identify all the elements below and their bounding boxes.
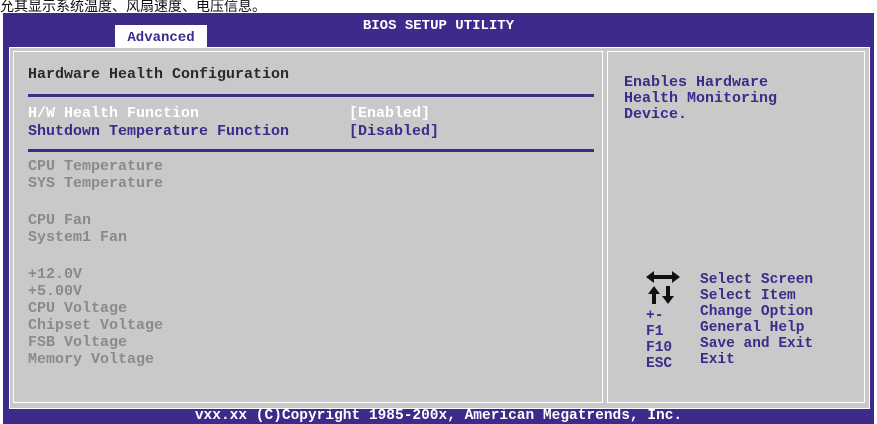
copyright-footer: vxx.xx (C)Copyright 1985-200x, American … — [194, 408, 683, 424]
system1-fan-label: System1 Fan — [28, 229, 128, 246]
bios-window: BIOS SETUP UTILITY Advanced Hardware Hea… — [3, 13, 874, 424]
sys-temp-label: SYS Temperature — [28, 175, 164, 192]
memory-voltage-label: Memory Voltage — [28, 351, 155, 368]
key-plus-minus: +- — [646, 308, 664, 324]
help-line: Enables Hardware — [624, 74, 769, 91]
option-shutdown-temp-value[interactable]: [Disabled] — [349, 123, 439, 140]
key-f1: F1 — [646, 324, 664, 340]
voltage-5v-label: +5.00V — [28, 283, 83, 300]
arrows-lr-icon — [646, 271, 680, 283]
key-f10: F10 — [646, 340, 673, 356]
chipset-voltage-label: Chipset Voltage — [28, 317, 164, 334]
key-desc-change-option: Change Option — [700, 304, 814, 320]
key-desc-general-help: General Help — [700, 320, 805, 336]
help-line: Device. — [624, 106, 688, 123]
help-line: Health Monitoring — [624, 90, 778, 107]
cpu-temp-label: CPU Temperature — [28, 158, 164, 175]
cpu-voltage-label: CPU Voltage — [28, 300, 128, 317]
divider — [28, 94, 594, 97]
fsb-voltage-label: FSB Voltage — [28, 334, 128, 351]
key-desc-save-exit: Save and Exit — [700, 336, 814, 352]
key-desc-select-screen: Select Screen — [700, 272, 814, 288]
option-shutdown-temp-label[interactable]: Shutdown Temperature Function — [28, 123, 289, 140]
page-caption: 允其显示系统温度、风扇速度、电压信息。 — [0, 0, 266, 14]
option-hw-health-value[interactable]: [Enabled] — [349, 105, 430, 122]
voltage-12v-label: +12.0V — [28, 266, 83, 283]
bios-body: Hardware Health Configuration H/W Health… — [9, 47, 870, 409]
option-hw-health-label[interactable]: H/W Health Function — [28, 105, 199, 122]
tab-advanced[interactable]: Advanced — [115, 25, 207, 49]
arrows-ud-icon — [648, 286, 674, 304]
section-heading: Hardware Health Configuration — [28, 66, 290, 83]
key-esc: ESC — [646, 356, 673, 372]
key-desc-select-item: Select Item — [700, 288, 796, 304]
help-panel: Enables Hardware Health Monitoring Devic… — [607, 51, 865, 403]
key-desc-exit: Exit — [700, 352, 735, 368]
cpu-fan-label: CPU Fan — [28, 212, 92, 229]
divider — [28, 149, 594, 152]
settings-panel: Hardware Health Configuration H/W Health… — [13, 51, 603, 403]
